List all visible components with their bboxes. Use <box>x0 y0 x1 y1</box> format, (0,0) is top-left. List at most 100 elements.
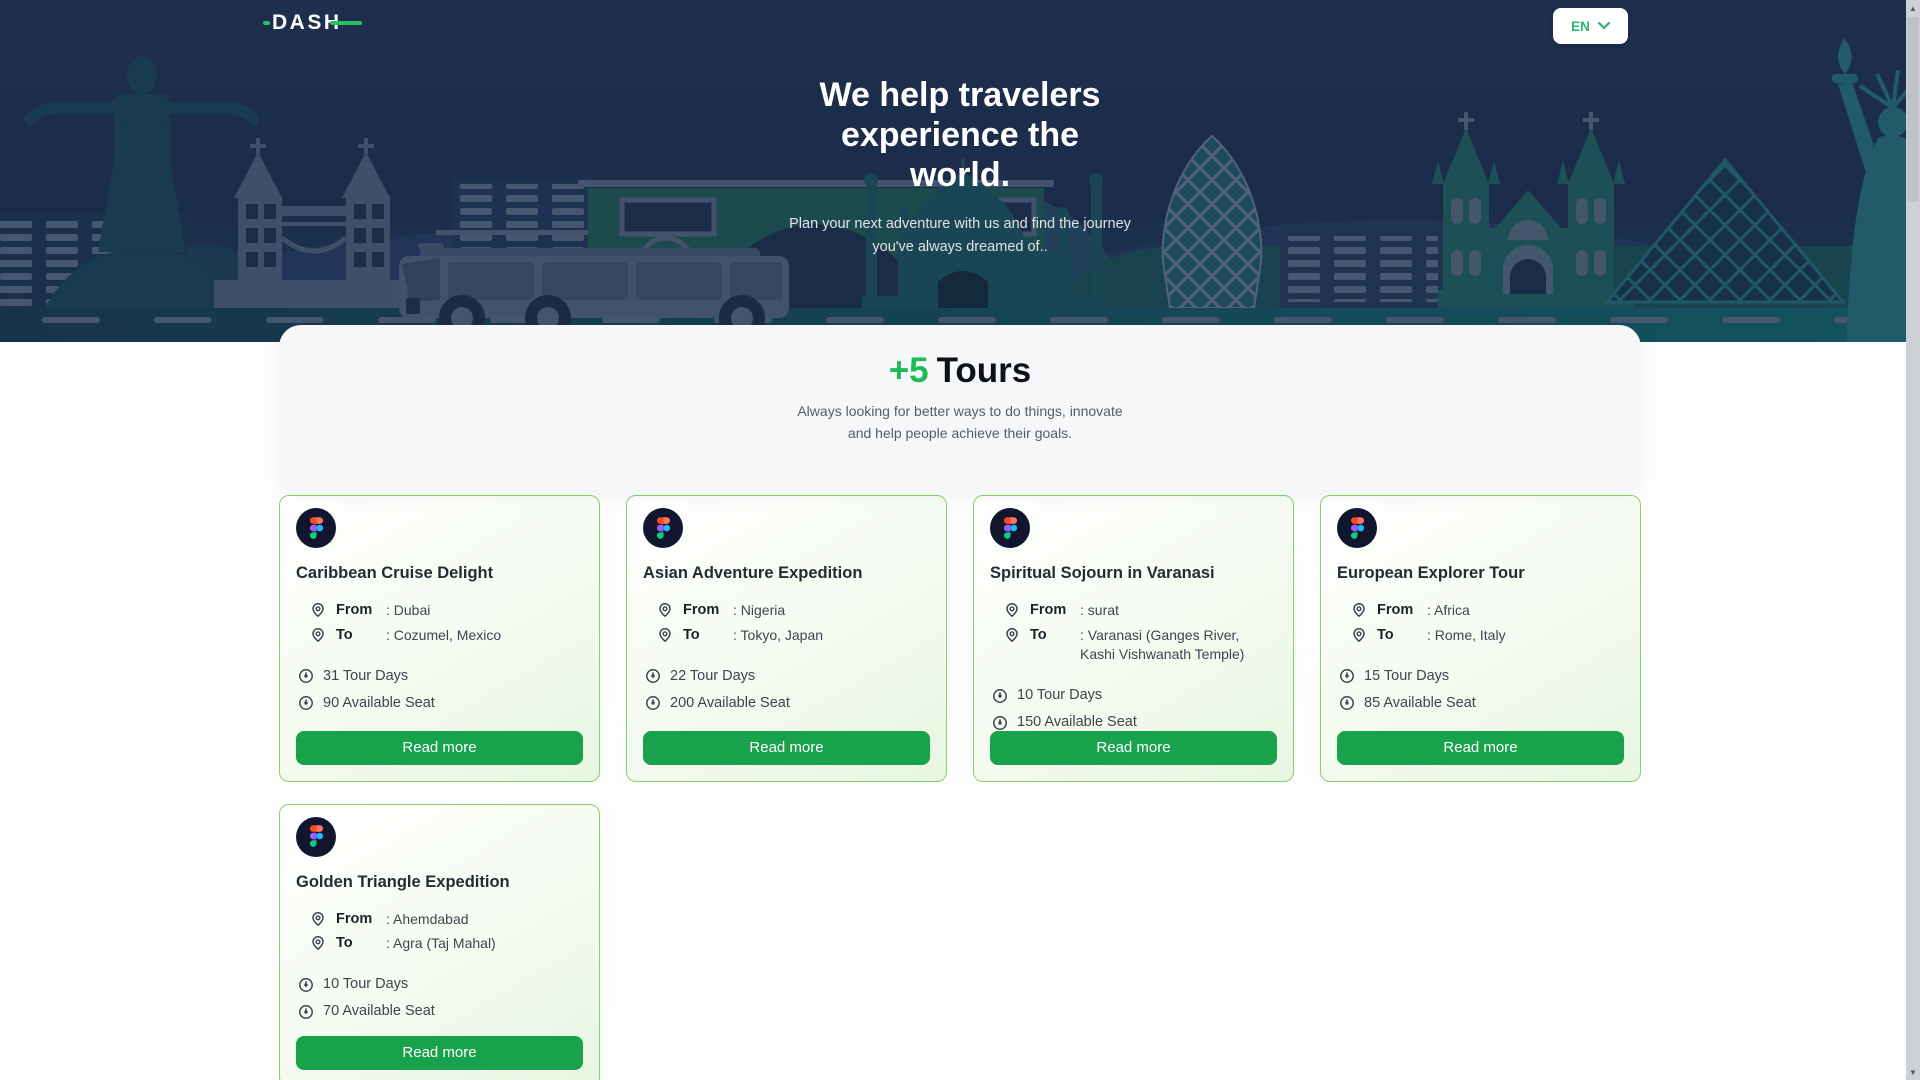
brand-logo[interactable]: DASH <box>272 10 342 36</box>
tour-title: Asian Adventure Expedition <box>643 564 930 583</box>
triangle-up-icon[interactable]: ▲ <box>1906 0 1920 16</box>
to-value: : Cozumel, Mexico <box>386 626 583 646</box>
read-more-button[interactable]: Read more <box>1337 731 1624 765</box>
to-label: To <box>1030 626 1080 646</box>
tour-duration-row: 22 Tour Days <box>643 667 930 684</box>
location-pin-icon <box>1351 627 1367 643</box>
figma-logo-icon <box>1350 517 1365 540</box>
availability-value: 150 Available Seat <box>1017 714 1137 730</box>
availability-value: 70 Available Seat <box>323 1003 435 1019</box>
card-avatar <box>1337 508 1377 548</box>
figma-logo-icon <box>1003 517 1018 540</box>
location-pin-icon <box>657 602 673 618</box>
tour-duration-row: 10 Tour Days <box>990 687 1277 704</box>
clock-icon <box>298 977 314 993</box>
duration-value: 31 Tour Days <box>323 668 408 684</box>
tour-duration-row: 15 Tour Days <box>1337 667 1624 684</box>
tour-card: Asian Adventure Expedition From : Nigeri… <box>626 495 947 782</box>
tour-to-row: To : Varanasi (Ganges River, Kashi Vishw… <box>990 626 1277 665</box>
tours-heading: +5Tours <box>279 349 1641 393</box>
tour-availability-row: 90 Available Seat <box>296 694 583 711</box>
location-pin-icon <box>1004 627 1020 643</box>
read-more-button[interactable]: Read more <box>990 731 1277 765</box>
location-pin-icon <box>1351 602 1367 618</box>
to-value: : Agra (Taj Mahal) <box>386 934 583 954</box>
availability-value: 90 Available Seat <box>323 695 435 711</box>
location-pin-icon <box>310 935 326 951</box>
hero-subtitle: Plan your next adventure with us and fin… <box>650 213 1270 258</box>
to-value: : Tokyo, Japan <box>733 626 930 646</box>
tour-availability-row: 85 Available Seat <box>1337 694 1624 711</box>
vertical-scrollbar[interactable]: ▲ ▼ <box>1906 0 1920 1080</box>
from-value: : Africa <box>1427 601 1624 621</box>
tour-from-row: From : Africa <box>1337 601 1624 621</box>
hero-section: DASH EN We help travelers experience the… <box>0 0 1920 342</box>
tour-title: Golden Triangle Expedition <box>296 873 583 892</box>
tour-title: European Explorer Tour <box>1337 564 1624 583</box>
duration-value: 22 Tour Days <box>670 668 755 684</box>
from-label: From <box>683 601 733 621</box>
from-label: From <box>336 910 386 930</box>
card-avatar <box>990 508 1030 548</box>
scrollbar-thumb[interactable] <box>1907 17 1919 202</box>
chevron-down-icon <box>1598 22 1610 30</box>
duration-value: 15 Tour Days <box>1364 668 1449 684</box>
tour-to-row: To : Tokyo, Japan <box>643 626 930 646</box>
availability-value: 85 Available Seat <box>1364 695 1476 711</box>
tour-cards-grid: Caribbean Cruise Delight From : Dubai To… <box>279 495 1641 1080</box>
location-pin-icon <box>310 911 326 927</box>
read-more-button[interactable]: Read more <box>296 731 583 765</box>
figma-logo-icon <box>309 825 324 848</box>
from-value: : Ahemdabad <box>386 910 583 930</box>
location-pin-icon <box>310 627 326 643</box>
from-label: From <box>336 601 386 621</box>
card-avatar <box>296 508 336 548</box>
to-value: : Rome, Italy <box>1427 626 1624 646</box>
location-pin-icon <box>1004 602 1020 618</box>
language-value: EN <box>1571 19 1590 34</box>
tour-availability-row: 200 Available Seat <box>643 694 930 711</box>
clock-icon <box>992 688 1008 704</box>
read-more-button[interactable]: Read more <box>643 731 930 765</box>
location-pin-icon <box>657 627 673 643</box>
figma-logo-icon <box>309 517 324 540</box>
from-value: : Dubai <box>386 601 583 621</box>
card-avatar <box>296 817 336 857</box>
tour-duration-row: 31 Tour Days <box>296 667 583 684</box>
triangle-down-icon[interactable]: ▼ <box>1906 1064 1920 1080</box>
tour-card: Golden Triangle Expedition From : Ahemda… <box>279 804 600 1080</box>
read-more-button[interactable]: Read more <box>296 1036 583 1070</box>
card-avatar <box>643 508 683 548</box>
tour-from-row: From : Nigeria <box>643 601 930 621</box>
clock-icon <box>1339 668 1355 684</box>
to-label: To <box>683 626 733 646</box>
tour-from-row: From : surat <box>990 601 1277 621</box>
hero-copy: We help travelers experience the world. … <box>650 76 1270 258</box>
duration-value: 10 Tour Days <box>1017 687 1102 703</box>
tour-card: European Explorer Tour From : Africa To … <box>1320 495 1641 782</box>
to-label: To <box>1377 626 1427 646</box>
clock-icon <box>298 1004 314 1020</box>
tour-card: Spiritual Sojourn in Varanasi From : sur… <box>973 495 1294 782</box>
tour-duration-row: 10 Tour Days <box>296 976 583 993</box>
tour-from-row: From : Ahemdabad <box>296 910 583 930</box>
language-selector[interactable]: EN <box>1553 8 1628 44</box>
to-value: : Varanasi (Ganges River, Kashi Vishwana… <box>1080 626 1277 665</box>
tour-to-row: To : Rome, Italy <box>1337 626 1624 646</box>
from-label: From <box>1377 601 1427 621</box>
logo-accent-left <box>263 21 270 25</box>
tour-to-row: To : Agra (Taj Mahal) <box>296 934 583 954</box>
from-label: From <box>1030 601 1080 621</box>
to-label: To <box>336 934 386 954</box>
clock-icon <box>298 695 314 711</box>
tour-to-row: To : Cozumel, Mexico <box>296 626 583 646</box>
tour-title: Spiritual Sojourn in Varanasi <box>990 564 1277 583</box>
figma-logo-icon <box>656 517 671 540</box>
tours-header-card: +5Tours Always looking for better ways t… <box>279 325 1641 490</box>
tour-card: Caribbean Cruise Delight From : Dubai To… <box>279 495 600 782</box>
location-pin-icon <box>310 602 326 618</box>
tours-count: +5 <box>889 351 929 390</box>
tour-availability-row: 150 Available Seat <box>990 714 1277 731</box>
from-value: : surat <box>1080 601 1277 621</box>
clock-icon <box>645 695 661 711</box>
